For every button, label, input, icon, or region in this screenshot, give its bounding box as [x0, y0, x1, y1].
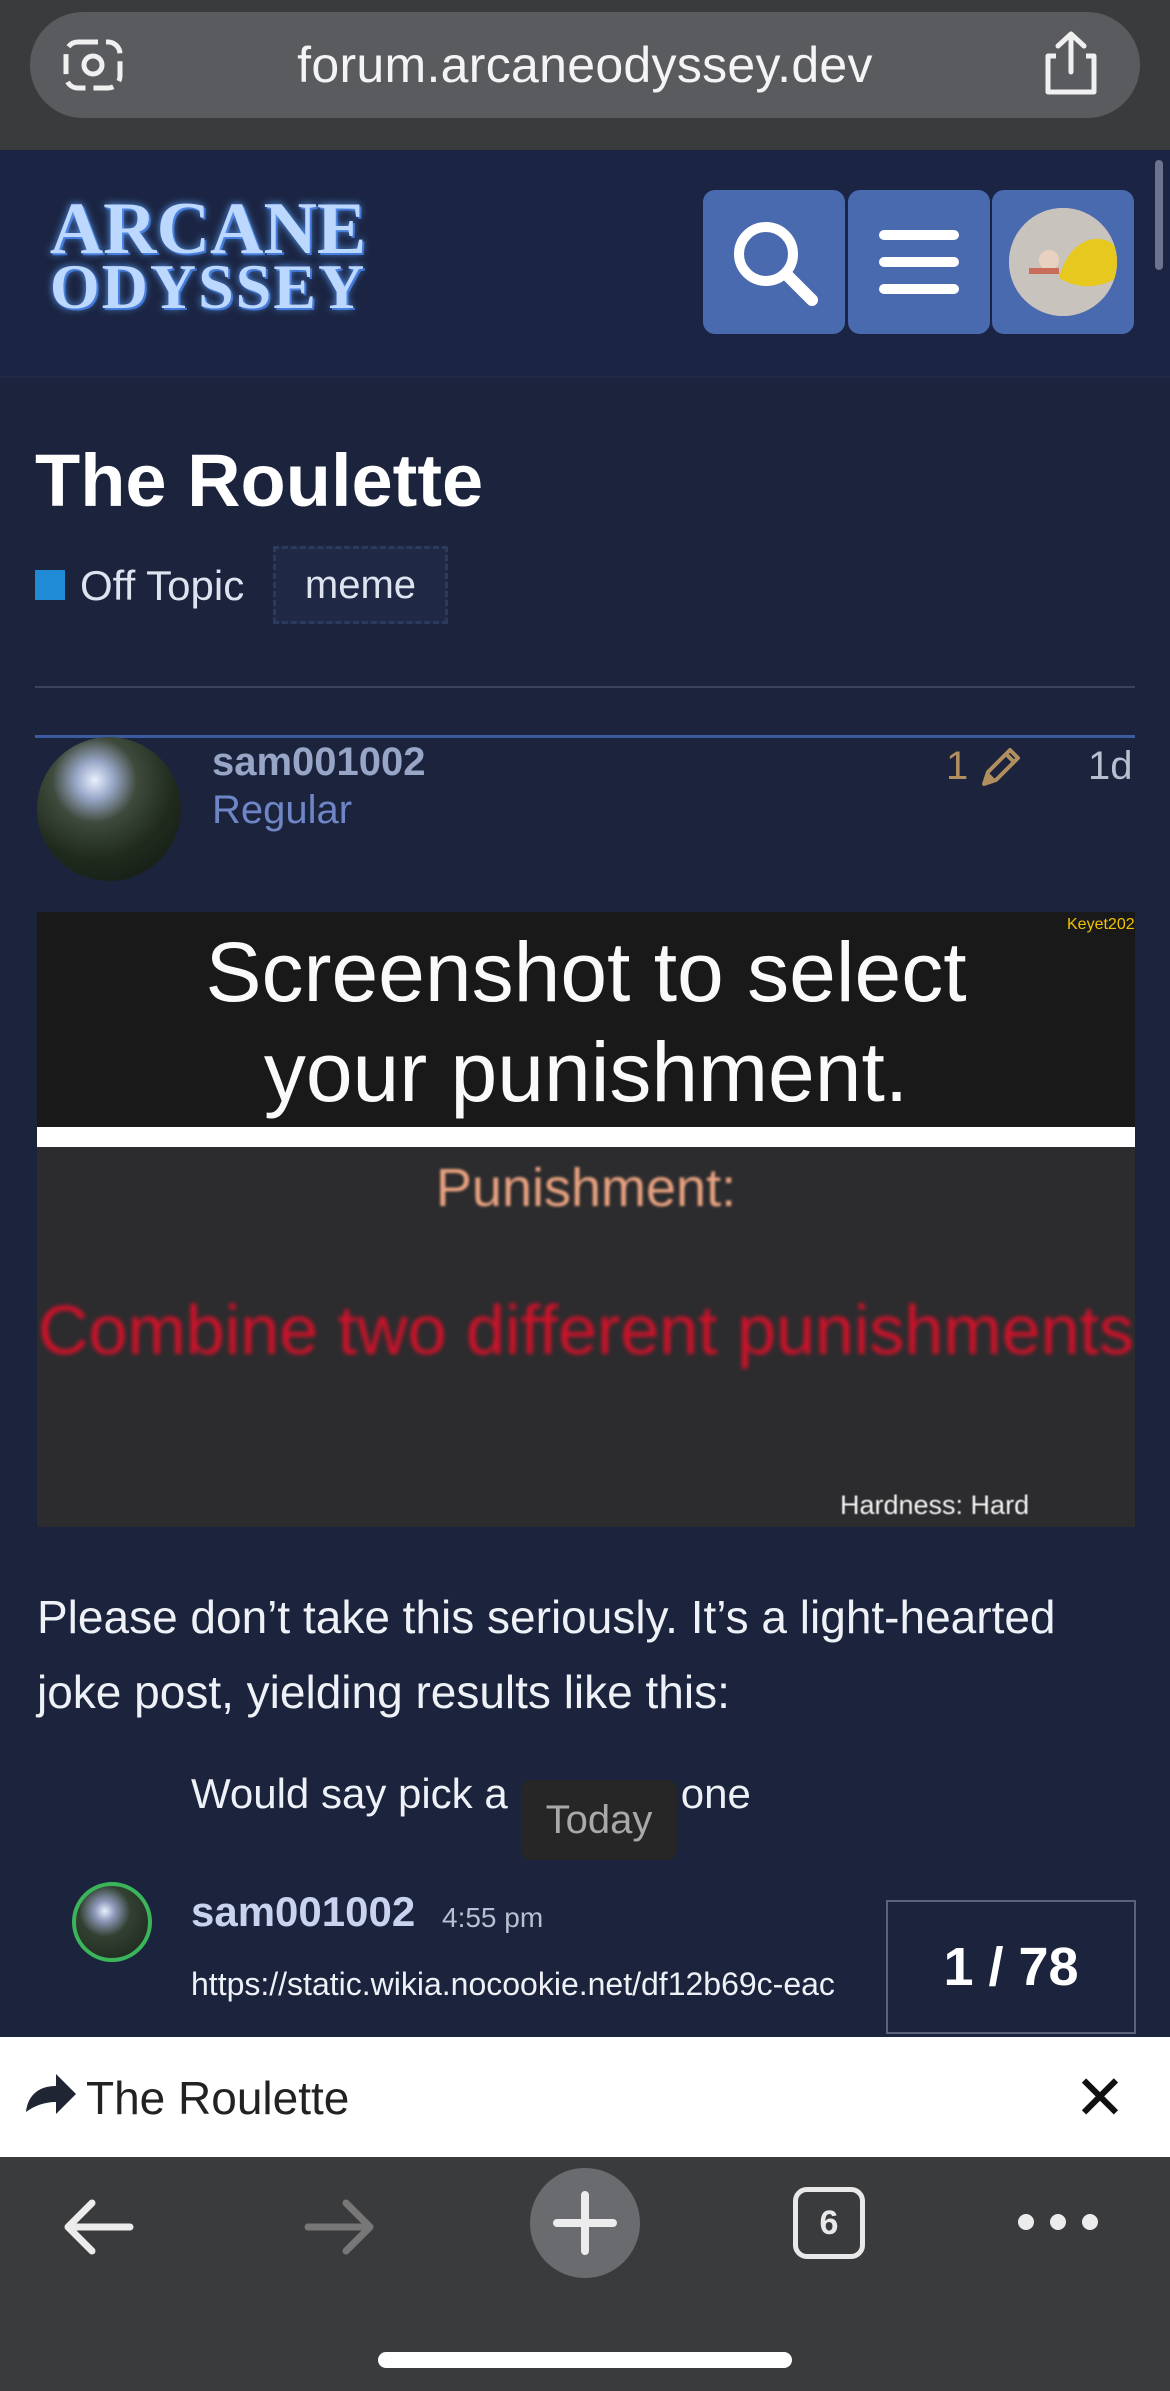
tabs-button[interactable]: 6: [793, 2187, 865, 2259]
visual-lookup-icon[interactable]: [62, 34, 124, 96]
date-separator-pill: Today: [521, 1780, 677, 1860]
punishment-heading: Punishment:: [435, 1158, 737, 1218]
chat-quote-start: Would say pick a: [191, 1770, 508, 1817]
punishment-result: Combine two different punishments: [38, 1291, 1134, 1369]
category-color-badge: [35, 570, 65, 600]
avatar-image: [1009, 208, 1117, 316]
site-logo[interactable]: ARCANE ODYSSEY: [38, 188, 378, 330]
new-tab-button[interactable]: [530, 2168, 640, 2278]
plus-icon: [553, 2191, 617, 2255]
post-body-text: Please don’t take this seriously. It’s a…: [37, 1591, 1056, 1718]
forward-arrow-icon[interactable]: [300, 2195, 380, 2259]
home-indicator[interactable]: [378, 2352, 792, 2368]
category-link[interactable]: Off Topic: [80, 562, 244, 610]
post-author-avatar[interactable]: [37, 737, 181, 881]
chat-avatar: [72, 1882, 152, 1962]
post-author-username[interactable]: sam001002: [212, 740, 426, 785]
divider: [35, 686, 1135, 688]
punishment-hardness: Hardness: Hard: [840, 1490, 1030, 1520]
pencil-icon[interactable]: [976, 744, 1024, 792]
post-date[interactable]: 1d: [1088, 744, 1133, 789]
chat-timestamp: 4:55 pm: [442, 1902, 544, 1933]
post-top-border: [35, 735, 1135, 738]
url-text: forum.arcaneodyssey.dev: [297, 37, 873, 93]
search-button[interactable]: [703, 190, 845, 334]
share-icon[interactable]: [1040, 30, 1102, 96]
avatar: [1009, 208, 1117, 316]
image-caption-line-1: Screenshot to select: [205, 925, 967, 1019]
page-scrollbar[interactable]: [1155, 160, 1163, 270]
topic-title[interactable]: The Roulette: [35, 438, 483, 523]
logo-line-1: ARCANE: [49, 188, 367, 270]
menu-icon: [879, 230, 959, 294]
back-arrow-icon[interactable]: [58, 2195, 138, 2259]
hamburger-menu-button[interactable]: [848, 190, 990, 334]
edit-count[interactable]: 1: [946, 744, 968, 789]
user-menu-button[interactable]: [992, 190, 1134, 334]
more-options-icon[interactable]: [1010, 2200, 1106, 2244]
share-arrow-icon: [26, 2074, 76, 2114]
image-separator: [37, 1127, 1135, 1147]
chat-link-text: https://static.wikia.nocookie.net/df12b6…: [191, 1966, 835, 2002]
tag-chip[interactable]: meme: [273, 546, 448, 624]
logo-line-2: ODYSSEY: [49, 251, 367, 322]
topic-bar-title[interactable]: The Roulette: [86, 2071, 349, 2125]
image-caption-line-2: your punishment.: [263, 1025, 909, 1119]
search-icon: [734, 222, 818, 306]
topic-progress-indicator[interactable]: 1 / 78: [886, 1900, 1136, 2034]
url-field[interactable]: forum.arcaneodyssey.dev: [30, 12, 1140, 118]
chat-username: sam001002: [191, 1888, 416, 1935]
post-author-title: Regular: [212, 788, 353, 832]
close-icon[interactable]: ✕: [1070, 2064, 1130, 2134]
post-image[interactable]: Keyet2022 Screenshot to select your puni…: [37, 912, 1135, 1527]
